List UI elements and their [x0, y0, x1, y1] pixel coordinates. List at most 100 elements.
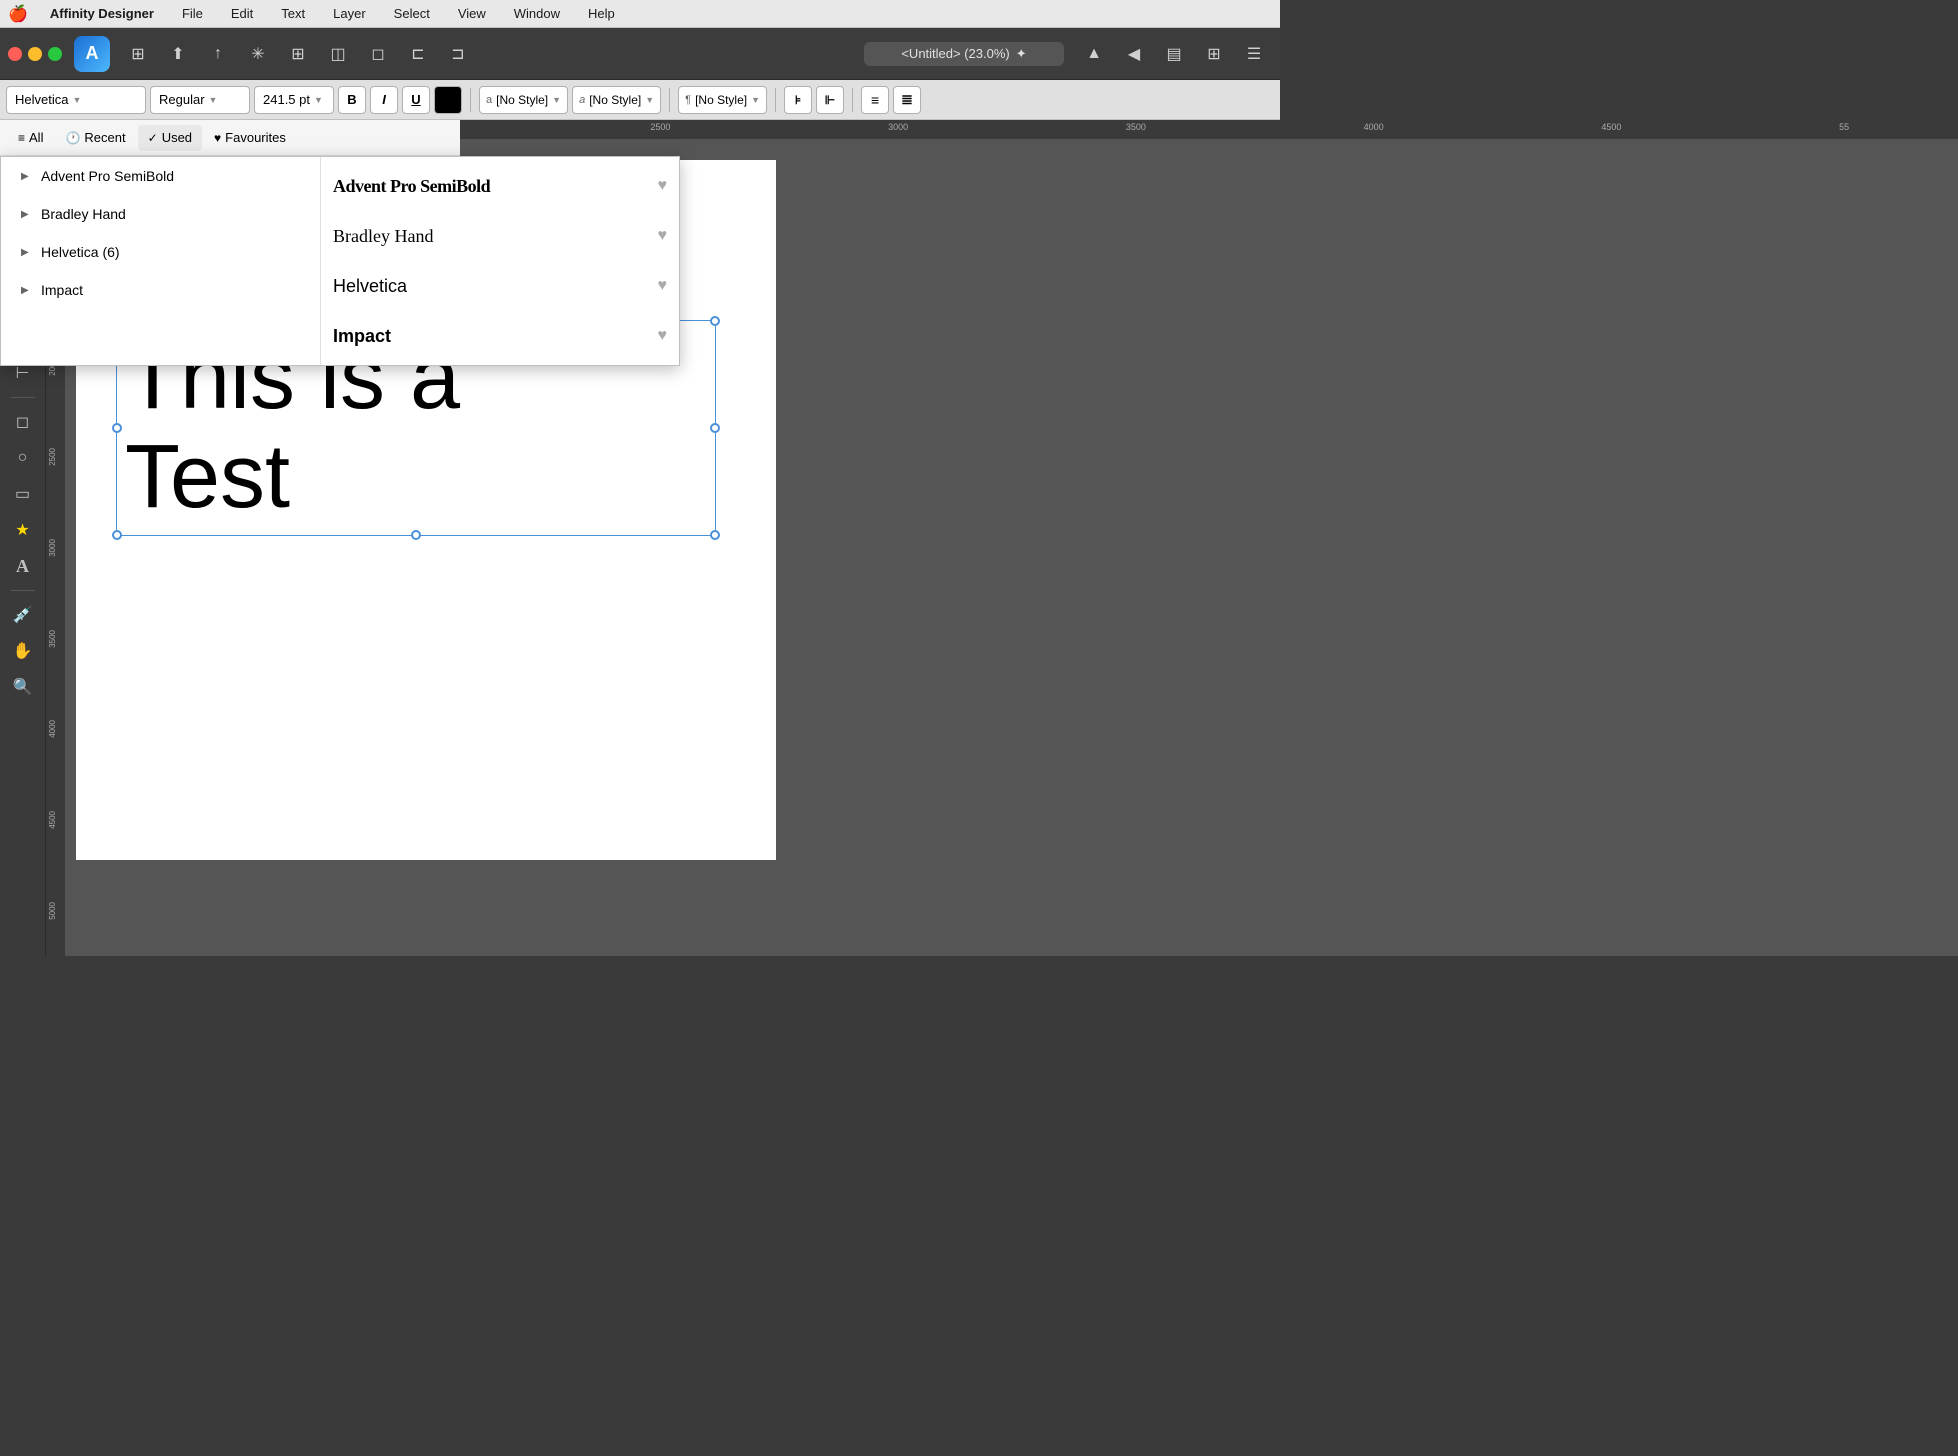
eyedropper-tool[interactable]: 💉	[7, 599, 39, 631]
zoom-tool[interactable]: 🔍	[7, 671, 39, 703]
para2-style-a: ¶	[685, 94, 691, 106]
font-style-select[interactable]: Regular ▼	[150, 86, 250, 114]
font-list: ▶ Advent Pro SemiBold ▶ Bradley Hand ▶ H…	[1, 157, 321, 365]
transform-tool[interactable]: ✳	[240, 36, 276, 72]
ruler-label: 4500	[1601, 122, 1621, 132]
rectangle-tool[interactable]: ◻	[7, 406, 39, 438]
paragraph-style-select[interactable]: ¶ [No Style] ▼	[678, 86, 767, 114]
font-style-value: Regular	[159, 92, 205, 107]
italic-button[interactable]: I	[370, 86, 398, 114]
font-item-advent[interactable]: ▶ Advent Pro SemiBold	[1, 157, 320, 195]
font-toolbar: Helvetica ▼ Regular ▼ 241.5 pt ▼ B I U a…	[0, 80, 1280, 120]
bold-button[interactable]: B	[338, 86, 366, 114]
indent-button[interactable]: ⊩	[816, 86, 844, 114]
clock-icon: 🕐	[65, 131, 80, 145]
rounded-rect-tool[interactable]: ▭	[7, 478, 39, 510]
handle-bottom-center[interactable]	[411, 530, 421, 540]
font-preview-advent[interactable]: Advent Pro SemiBold ♥	[321, 161, 679, 211]
app-icon: A	[74, 36, 110, 72]
font-color-swatch[interactable]	[434, 86, 462, 114]
filter-tab-used[interactable]: ✓ Used	[138, 125, 202, 151]
minimize-button[interactable]	[28, 47, 42, 61]
menubar-view[interactable]: View	[452, 4, 492, 23]
constraints-button[interactable]: ◻	[360, 36, 396, 72]
ruler-label: 4000	[1364, 122, 1384, 132]
menubar-help[interactable]: Help	[582, 4, 621, 23]
back-button[interactable]: ◀	[1116, 36, 1152, 72]
align-right-text-button[interactable]: ≣	[893, 86, 921, 114]
document-name: <Untitled> (23.0%)	[901, 46, 1009, 61]
font-preview-bradley[interactable]: Bradley Hand ♥	[321, 211, 679, 261]
expand-arrow-bradley: ▶	[21, 209, 33, 220]
grid-button[interactable]: ⊞	[280, 36, 316, 72]
font-item-helvetica[interactable]: ▶ Helvetica (6)	[1, 233, 320, 271]
ruler-v-label: 3500	[48, 630, 57, 648]
view-mode-button[interactable]: ▲	[1076, 36, 1112, 72]
apple-menu[interactable]: 🍎	[8, 4, 28, 24]
para-style-value: [No Style]	[589, 93, 641, 107]
menubar-file[interactable]: File	[176, 4, 209, 23]
hand-tool[interactable]: ✋	[7, 635, 39, 667]
para-style-a: a	[579, 94, 585, 106]
aa-style-select[interactable]: a [No Style] ▼	[572, 86, 661, 114]
close-button[interactable]	[8, 47, 22, 61]
ruler-v-label: 4500	[48, 811, 57, 829]
heart-bradley[interactable]: ♥	[658, 227, 668, 245]
menubar-text[interactable]: Text	[275, 4, 311, 23]
star-tool[interactable]: ★	[7, 514, 39, 546]
filter-tab-favourites[interactable]: ♥ Favourites	[204, 125, 296, 151]
maximize-button[interactable]	[48, 47, 62, 61]
toolbar-divider-3	[11, 590, 35, 591]
font-size-select[interactable]: 241.5 pt ▼	[254, 86, 334, 114]
menubar-select[interactable]: Select	[388, 4, 436, 23]
font-size-chevron: ▼	[314, 95, 323, 105]
handle-middle-left[interactable]	[112, 423, 122, 433]
handle-bottom-right[interactable]	[710, 530, 720, 540]
font-preview-impact[interactable]: Impact ♥	[321, 311, 679, 361]
heart-advent[interactable]: ♥	[658, 177, 668, 195]
spacing-button[interactable]: ⊧	[784, 86, 812, 114]
filter-tab-all[interactable]: ≡ All	[8, 125, 53, 151]
para2-style-chevron: ▼	[751, 95, 760, 105]
ruler-label: 3500	[1126, 122, 1146, 132]
ruler-v-label: 5000	[48, 902, 57, 920]
handle-top-right[interactable]	[710, 316, 720, 326]
para-style-chevron: ▼	[645, 95, 654, 105]
handle-bottom-left[interactable]	[112, 530, 122, 540]
char-style-value: [No Style]	[496, 93, 548, 107]
menubar-app-name[interactable]: Affinity Designer	[44, 4, 160, 23]
menubar-edit[interactable]: Edit	[225, 4, 259, 23]
grid-view-button[interactable]: ⊞	[120, 36, 156, 72]
handle-middle-right[interactable]	[710, 423, 720, 433]
snapping-button[interactable]: ◫	[320, 36, 356, 72]
align-right-button[interactable]: ⊐	[440, 36, 476, 72]
expand-arrow-helvetica: ▶	[21, 247, 33, 258]
menubar-layer[interactable]: Layer	[327, 4, 372, 23]
share-button[interactable]: ⬆	[160, 36, 196, 72]
align-left-text-button[interactable]: ≡	[861, 86, 889, 114]
font-preview-helvetica[interactable]: Helvetica ♥	[321, 261, 679, 311]
character-style-select[interactable]: a [No Style] ▼	[479, 86, 568, 114]
star-icon: ✦	[1016, 46, 1027, 62]
menubar-window[interactable]: Window	[508, 4, 566, 23]
font-family-select[interactable]: Helvetica ▼	[6, 86, 146, 114]
font-item-impact[interactable]: ▶ Impact	[1, 271, 320, 309]
expand-arrow-impact: ▶	[21, 285, 33, 296]
pointer-tool[interactable]: ↑	[200, 36, 236, 72]
font-item-bradley[interactable]: ▶ Bradley Hand	[1, 195, 320, 233]
properties-button[interactable]: ⊞	[1196, 36, 1232, 72]
align-left-button[interactable]: ⊏	[400, 36, 436, 72]
toolbar-divider-2	[11, 397, 35, 398]
heart-impact[interactable]: ♥	[658, 327, 668, 345]
text-tool[interactable]: A	[7, 550, 39, 582]
ruler-v-label: 2500	[48, 448, 57, 466]
more-button[interactable]: ☰	[1236, 36, 1272, 72]
ellipse-tool[interactable]: ○	[7, 442, 39, 474]
layers-button[interactable]: ▤	[1156, 36, 1192, 72]
check-icon: ✓	[148, 131, 158, 145]
toolbar-divider-3	[775, 88, 776, 112]
underline-button[interactable]: U	[402, 86, 430, 114]
filter-tab-recent[interactable]: 🕐 Recent	[55, 125, 135, 151]
heart-helvetica[interactable]: ♥	[658, 277, 668, 295]
list-icon: ≡	[18, 131, 25, 145]
